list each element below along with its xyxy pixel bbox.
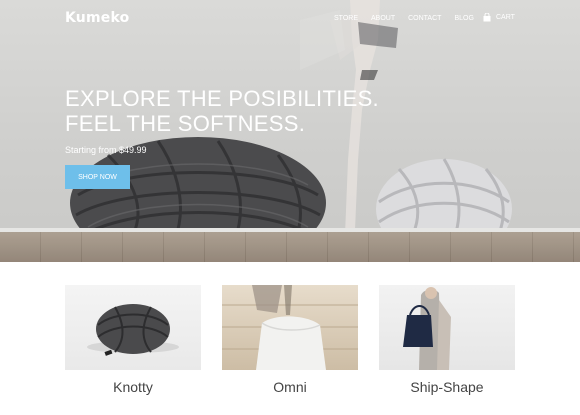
product-card-omni[interactable]: Omni [222,285,358,395]
product-name-omni[interactable]: Omni [222,379,358,395]
shop-now-button[interactable]: SHOP NOW [65,165,130,189]
brand-logo[interactable]: Kumeko [65,10,129,26]
hero-headline: EXPLORE THE POSIBILITIES. FEEL THE SOFTN… [65,86,379,136]
hero-headline-line1: EXPLORE THE POSIBILITIES. [65,86,379,111]
nav-about[interactable]: ABOUT [371,15,395,22]
product-image-ship-shape[interactable] [379,285,515,370]
nav-blog[interactable]: BLOG [454,15,473,22]
hero-price-text: Starting from $49.99 [65,145,147,155]
cart-label: CART [496,14,515,21]
hero-headline-line2: FEEL THE SOFTNESS. [65,111,306,136]
product-name-knotty[interactable]: Knotty [65,379,201,395]
product-image-knotty[interactable] [65,285,201,370]
main-nav: STORE ABOUT CONTACT BLOG [334,15,487,22]
nav-contact[interactable]: CONTACT [408,15,441,22]
ship-shape-bag-image [403,287,451,370]
product-card-knotty[interactable]: Knotty [65,285,201,395]
shopping-bag-icon [483,13,491,22]
product-name-ship-shape[interactable]: Ship-Shape [379,379,515,395]
nav-store[interactable]: STORE [334,15,358,22]
hero-floor-boards [0,232,580,262]
product-card-ship-shape[interactable]: Ship-Shape [379,285,515,395]
knotty-pouf-image [87,304,179,356]
cart-link[interactable]: CART [483,13,515,22]
product-image-omni[interactable] [222,285,358,370]
omni-image [222,285,358,370]
